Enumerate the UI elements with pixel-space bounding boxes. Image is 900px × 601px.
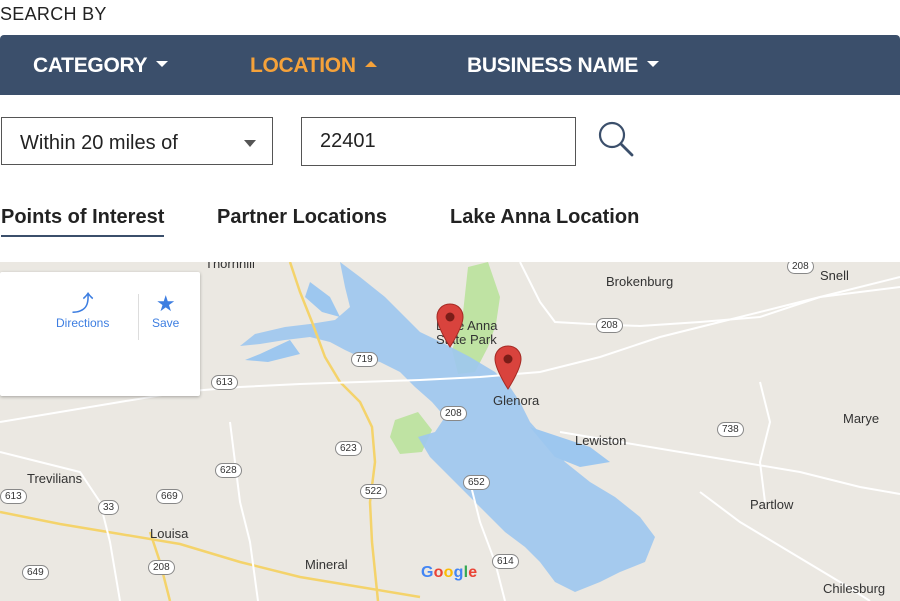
map-place-label: Glenora	[493, 393, 540, 408]
google-logo: Google	[421, 564, 478, 581]
map-pin-icon[interactable]	[436, 303, 464, 349]
nav-category[interactable]: CATEGORY	[33, 35, 169, 95]
route-shield: 719	[351, 352, 378, 367]
dropdown-arrow-icon	[244, 140, 256, 147]
map-place-label: Louisa	[150, 526, 189, 541]
nav-location[interactable]: LOCATION	[250, 35, 377, 95]
map-place-label: Thornhill	[205, 262, 255, 271]
tab-partner-locations[interactable]: Partner Locations	[217, 206, 387, 229]
zip-code-input[interactable]	[301, 117, 576, 166]
map-pin-icon[interactable]	[494, 345, 522, 391]
nav-business-name-label: BUSINESS NAME	[467, 54, 639, 77]
map-place-label: Partlow	[750, 497, 794, 512]
tab-lake-anna-location[interactable]: Lake Anna Location	[450, 206, 639, 229]
route-shield: 208	[596, 318, 623, 333]
route-shield: 614	[492, 554, 519, 569]
route-shield: 623	[335, 441, 362, 456]
map-place-label: Lewiston	[575, 433, 627, 448]
card-divider	[138, 294, 139, 340]
save-button[interactable]: ★ Save	[152, 291, 180, 331]
route-shield: 628	[215, 463, 242, 478]
route-shield: 522	[360, 484, 387, 499]
map-place-label: Snell	[820, 268, 849, 283]
map-view[interactable]: ⤴ Directions ★ Save Thornhill Lake Anna …	[0, 262, 900, 601]
tab-points-of-interest[interactable]: Points of Interest	[1, 206, 165, 237]
route-shield: 208	[440, 406, 467, 421]
save-label: Save	[152, 316, 180, 330]
chevron-down-icon	[156, 61, 169, 68]
directions-button[interactable]: ⤴ Directions	[56, 291, 110, 331]
nav-business-name[interactable]: BUSINESS NAME	[467, 35, 660, 95]
search-by-label: SEARCH BY	[0, 4, 107, 24]
route-shield: 208	[148, 560, 175, 575]
directions-icon: ⤴	[71, 291, 94, 316]
map-place-label: Brokenburg	[606, 274, 674, 289]
search-type-nav: CATEGORY LOCATION BUSINESS NAME	[0, 35, 900, 95]
route-shield: 613	[211, 375, 238, 390]
map-place-label: Trevilians	[27, 471, 83, 486]
map-place-label: Mineral	[305, 557, 348, 572]
route-shield: 649	[22, 565, 49, 580]
map-place-label: Chilesburg	[823, 581, 886, 596]
route-shield: 669	[156, 489, 183, 504]
search-icon	[598, 121, 634, 157]
search-button[interactable]	[597, 120, 637, 160]
route-shield: 613	[0, 489, 27, 504]
map-place-label: Marye	[843, 411, 880, 426]
chevron-up-icon	[364, 61, 377, 68]
nav-location-label: LOCATION	[250, 54, 356, 77]
map-info-card: ⤴ Directions ★ Save	[0, 272, 200, 396]
radius-select[interactable]: Within 20 miles of	[1, 117, 273, 165]
star-icon: ★	[155, 291, 176, 316]
route-shield: 738	[717, 422, 744, 437]
route-shield: 208	[787, 262, 814, 274]
chevron-down-icon	[647, 61, 660, 68]
nav-category-label: CATEGORY	[33, 54, 148, 77]
route-shield: 33	[98, 500, 120, 515]
route-shield: 652	[463, 475, 490, 490]
radius-select-value: Within 20 miles of	[20, 132, 178, 154]
directions-label: Directions	[56, 316, 110, 330]
